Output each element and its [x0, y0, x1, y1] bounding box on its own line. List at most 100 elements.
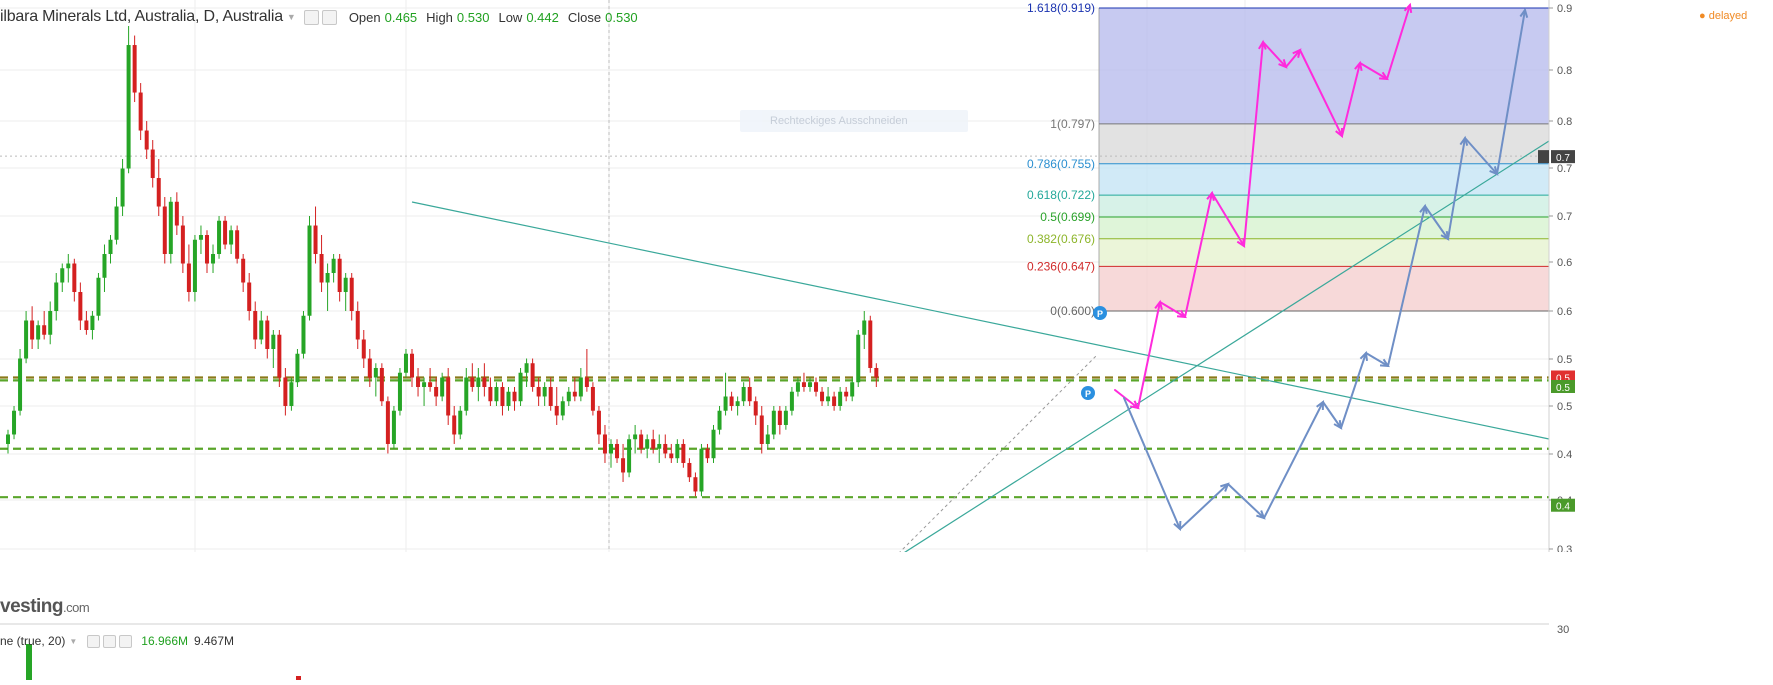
candle-body — [711, 429, 716, 459]
price-axis-label: 0.8 — [1557, 65, 1572, 77]
candle-body — [844, 391, 849, 397]
candle-body — [247, 282, 252, 311]
candle-body — [108, 239, 113, 255]
candle-body — [717, 410, 722, 430]
close-icon[interactable] — [321, 9, 337, 25]
price-axis-bg — [1549, 0, 1773, 552]
candle-body — [807, 382, 812, 387]
settings-icon[interactable] — [103, 634, 117, 648]
price-axis-label: 0.5 — [1557, 401, 1572, 413]
candle-body — [337, 258, 342, 293]
fib-zone — [1099, 8, 1549, 124]
candle-body — [235, 230, 240, 259]
candle-body — [42, 325, 47, 335]
candle-body — [832, 396, 837, 406]
fib-level-label: 0.618(0.722) — [1027, 188, 1095, 202]
price-axis-label: 0.6 — [1557, 257, 1572, 269]
candle-body — [789, 391, 794, 411]
candle-body — [307, 225, 312, 316]
candle-body — [578, 377, 583, 397]
candle-body — [301, 315, 306, 354]
candle-body — [735, 401, 740, 406]
close-icon[interactable] — [119, 634, 133, 648]
candle-body — [259, 320, 264, 340]
candle-body — [536, 386, 541, 397]
candle-body — [54, 282, 59, 311]
candle-body — [820, 391, 825, 402]
fib-level-label: 0.236(0.647) — [1027, 259, 1095, 273]
candle-body — [30, 320, 35, 340]
candle-body — [470, 377, 475, 387]
eye-icon[interactable] — [87, 634, 101, 648]
volume-bar — [26, 644, 32, 680]
open-value: 0.465 — [384, 9, 418, 25]
candle-body — [500, 386, 505, 406]
candle-body — [826, 396, 831, 402]
candle-body — [609, 443, 613, 454]
candle-body — [361, 339, 366, 359]
measure-line — [889, 354, 1098, 563]
candle-body — [223, 220, 228, 245]
candle-body — [60, 268, 65, 283]
candle-body — [391, 410, 396, 444]
candle-body — [162, 206, 167, 255]
candle-body — [78, 292, 83, 321]
watermark-suffix: .com — [63, 600, 90, 615]
candle-body — [217, 220, 222, 255]
candle-body — [639, 434, 644, 449]
candle-body — [422, 382, 427, 387]
candle-body — [548, 386, 553, 406]
candle-body — [397, 372, 402, 411]
price-axis-label: 0.7 — [1557, 163, 1572, 175]
price-marker-label: 0.7 — [1556, 153, 1570, 164]
candle-body — [862, 320, 867, 335]
candle-body — [633, 434, 638, 440]
high-label: High — [426, 9, 453, 25]
candle-body — [874, 367, 879, 378]
candle-body — [542, 386, 547, 397]
candle-body — [675, 443, 680, 459]
candle-body — [150, 149, 155, 179]
candle-body — [627, 439, 632, 473]
candle-body — [102, 254, 107, 278]
chart-area[interactable]: 1.618(0.919) 1(0.797) 0.786(0.755) 0.618(0.… — [0, 0, 1773, 680]
candle-body — [458, 410, 463, 435]
fib-level-label: 0(0.600) — [1050, 304, 1095, 318]
settings-icon[interactable] — [303, 9, 319, 25]
volume-label[interactable]: ne (true, 20) — [0, 634, 65, 648]
price-marker-label: 0.5 — [1556, 383, 1570, 394]
snip-tooltip-ghost: Rechteckiges Ausschneiden — [740, 110, 968, 132]
candle-body — [530, 363, 535, 387]
fib-zone — [1099, 195, 1549, 217]
candle-body — [446, 377, 451, 416]
high-value: 0.530 — [456, 9, 490, 25]
candle-body — [367, 358, 372, 378]
chevron-down-icon[interactable]: ▼ — [287, 12, 296, 22]
price-marker-label: 0.4 — [1556, 502, 1570, 513]
volume-pane: 30 — [0, 552, 1773, 680]
symbol-title[interactable]: ilbara Minerals Ltd, Australia, D, Austr… — [0, 8, 283, 26]
fib-level-label: 1(0.797) — [1050, 117, 1095, 131]
fib-level-label: 0.786(0.755) — [1027, 157, 1095, 171]
candle-body — [114, 206, 119, 240]
candle-body — [566, 391, 571, 402]
candle-body — [615, 443, 620, 459]
candle-body — [331, 258, 336, 274]
fib-zone — [1099, 216, 1549, 239]
candle-body — [180, 225, 185, 264]
candle-body — [349, 277, 354, 311]
volume-axis-label: 30 — [1557, 624, 1569, 636]
candle-body — [385, 401, 390, 444]
candle-body — [48, 311, 53, 335]
candle-body — [72, 263, 77, 293]
price-axis-label: 0.5 — [1557, 354, 1572, 366]
price-chart-svg[interactable]: 1.618(0.919) 1(0.797) 0.786(0.755) 0.618(0.… — [0, 0, 1773, 680]
candle-body — [777, 410, 782, 425]
candle-body — [289, 382, 294, 406]
chevron-down-icon[interactable]: ▼ — [69, 637, 77, 646]
candle-body — [241, 258, 246, 283]
p-marker-label: P — [1085, 389, 1091, 399]
candle-body — [687, 462, 692, 478]
candle-body — [699, 448, 704, 492]
candle-body — [771, 410, 776, 435]
